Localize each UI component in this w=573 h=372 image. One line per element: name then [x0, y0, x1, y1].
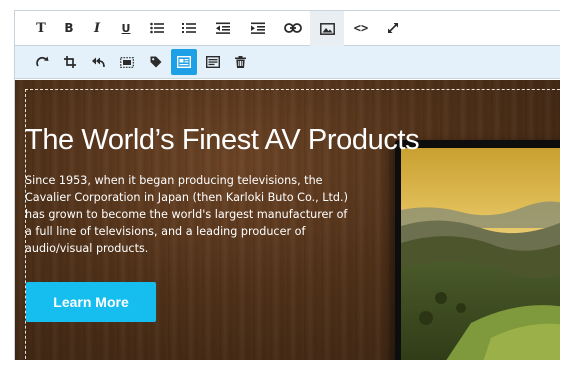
fullscreen-button[interactable] — [379, 14, 407, 42]
revert-icon — [91, 57, 105, 67]
image-settings-button[interactable] — [171, 49, 197, 75]
image-caption-button[interactable] — [200, 49, 226, 75]
bulleted-list-icon — [150, 22, 164, 34]
hero-description-line: Cavalier Corporation in Japan (then Karl… — [25, 191, 348, 204]
tag-button[interactable] — [143, 49, 169, 75]
landscape-illustration — [401, 148, 560, 360]
rotate-icon — [35, 56, 48, 67]
hero-description: Since 1953, when it began producing tele… — [25, 172, 365, 257]
trash-icon — [234, 56, 246, 68]
hero-section: The World’s Finest AV Products Since 195… — [15, 80, 560, 360]
tv-screen-landscape — [401, 148, 560, 360]
insert-image-button[interactable] — [310, 11, 344, 46]
numbered-list-icon — [182, 23, 196, 33]
hero-title: The World’s Finest AV Products — [25, 124, 420, 156]
code-icon: <> — [353, 21, 369, 35]
bold-icon: B — [64, 21, 74, 35]
bold-button[interactable]: B — [55, 14, 83, 42]
image-settings-icon — [177, 56, 191, 68]
outdent-icon — [216, 22, 230, 34]
numbered-list-button[interactable] — [175, 14, 203, 42]
image-toolbar — [15, 46, 560, 79]
italic-icon: I — [93, 20, 101, 36]
italic-button[interactable]: I — [83, 14, 111, 42]
link-icon — [284, 23, 302, 33]
bulleted-list-button[interactable] — [143, 14, 171, 42]
text-style-button[interactable]: T — [27, 14, 55, 42]
hero-description-line: a full line of televisions, and a leadin… — [25, 225, 306, 238]
link-button[interactable] — [279, 14, 307, 42]
learn-more-button[interactable]: Learn More — [26, 282, 156, 322]
underline-button[interactable]: U — [112, 14, 140, 42]
outdent-button[interactable] — [209, 14, 237, 42]
fit-frame-button[interactable] — [114, 49, 140, 75]
fit-frame-icon — [120, 56, 134, 68]
expand-icon — [388, 23, 398, 33]
delete-image-button[interactable] — [227, 49, 253, 75]
tag-icon — [150, 56, 162, 68]
tv-product-image[interactable] — [395, 140, 560, 360]
formatting-toolbar: T B I U <> — [15, 10, 560, 46]
indent-icon — [251, 22, 265, 34]
rotate-button[interactable] — [29, 49, 55, 75]
indent-button[interactable] — [244, 14, 272, 42]
editor-frame: T B I U <> The World’s Finest AV Product… — [14, 10, 560, 360]
image-caption-icon — [206, 56, 220, 68]
revert-button[interactable] — [85, 49, 111, 75]
hero-description-line: has grown to become the world's largest … — [25, 208, 348, 221]
crop-button[interactable] — [57, 49, 83, 75]
underline-icon: U — [121, 21, 131, 35]
source-code-button[interactable]: <> — [347, 14, 375, 42]
image-icon — [319, 22, 335, 35]
hero-description-line: Since 1953, when it began producing tele… — [25, 174, 323, 187]
text-format-icon: T — [36, 20, 46, 36]
crop-icon — [64, 56, 76, 68]
hero-description-line: audio/visual products. — [25, 242, 149, 255]
